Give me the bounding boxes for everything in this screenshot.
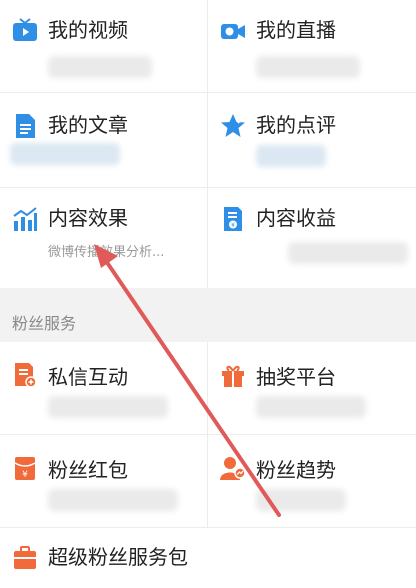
tool-label: 粉丝趋势 bbox=[256, 458, 336, 482]
tool-label: 私信互动 bbox=[48, 365, 128, 389]
section-header: 粉丝服务 bbox=[0, 298, 416, 342]
tool-my-reviews[interactable]: 我的点评 bbox=[208, 93, 416, 187]
tool-content-income[interactable]: ¥ 内容收益 bbox=[208, 188, 416, 288]
blurred-subtext bbox=[48, 396, 168, 418]
income-doc-icon: ¥ bbox=[224, 207, 242, 231]
svg-text:¥: ¥ bbox=[22, 470, 28, 480]
blurred-subtext bbox=[256, 396, 366, 418]
tool-label: 我的点评 bbox=[256, 113, 336, 137]
tool-my-videos[interactable]: 我的视频 bbox=[0, 0, 208, 92]
tool-label: 内容效果 bbox=[48, 206, 128, 230]
blurred-subtext bbox=[48, 489, 178, 511]
tool-lottery-platform[interactable]: 抽奖平台 bbox=[208, 342, 416, 434]
article-icon bbox=[16, 114, 35, 138]
tool-label: 我的直播 bbox=[256, 18, 336, 42]
tool-label: 我的文章 bbox=[48, 113, 128, 137]
section-title: 粉丝服务 bbox=[12, 314, 77, 333]
tool-my-live[interactable]: 我的直播 bbox=[208, 0, 416, 92]
tool-private-messages[interactable]: 私信互动 bbox=[0, 342, 208, 434]
red-envelope-icon: ¥ bbox=[14, 457, 36, 480]
tool-label: 超级粉丝服务包 bbox=[48, 545, 188, 569]
blurred-subtext bbox=[256, 145, 326, 167]
fan-services-grid: 私信互动 抽奖平台 ¥ 粉丝红包 粉丝趋势 超级粉丝服务包 bbox=[0, 342, 416, 588]
tool-description: 微博传播效果分析... bbox=[48, 245, 165, 260]
message-icon bbox=[15, 363, 37, 388]
blurred-subtext bbox=[10, 143, 120, 165]
tool-fan-trends[interactable]: 粉丝趋势 bbox=[208, 435, 416, 527]
blurred-subtext bbox=[256, 489, 346, 511]
tool-label: 我的视频 bbox=[48, 18, 128, 42]
blurred-subtext bbox=[288, 242, 408, 264]
blurred-subtext bbox=[48, 56, 152, 78]
tool-label: 抽奖平台 bbox=[256, 365, 336, 389]
service-package-icon bbox=[14, 546, 36, 569]
video-icon bbox=[13, 18, 37, 41]
tool-my-articles[interactable]: 我的文章 bbox=[0, 93, 208, 187]
fans-trend-icon bbox=[220, 457, 246, 480]
tool-content-effect[interactable]: 内容效果 微博传播效果分析... bbox=[0, 188, 208, 288]
tool-label: 内容收益 bbox=[256, 206, 336, 230]
tool-fan-red-envelope[interactable]: ¥ 粉丝红包 bbox=[0, 435, 208, 527]
tool-label: 粉丝红包 bbox=[48, 458, 128, 482]
bar-chart-icon bbox=[13, 207, 37, 231]
review-star-icon bbox=[221, 114, 245, 137]
blurred-subtext bbox=[256, 56, 360, 78]
gift-icon bbox=[222, 365, 244, 387]
live-camera-icon bbox=[221, 24, 245, 39]
tool-super-fan-package[interactable]: 超级粉丝服务包 bbox=[0, 528, 416, 588]
svg-text:¥: ¥ bbox=[231, 222, 235, 229]
creator-tools-grid: 我的视频 我的直播 我的文章 我的点评 内容效果 微博传播效果分析... ¥ 内… bbox=[0, 0, 416, 288]
